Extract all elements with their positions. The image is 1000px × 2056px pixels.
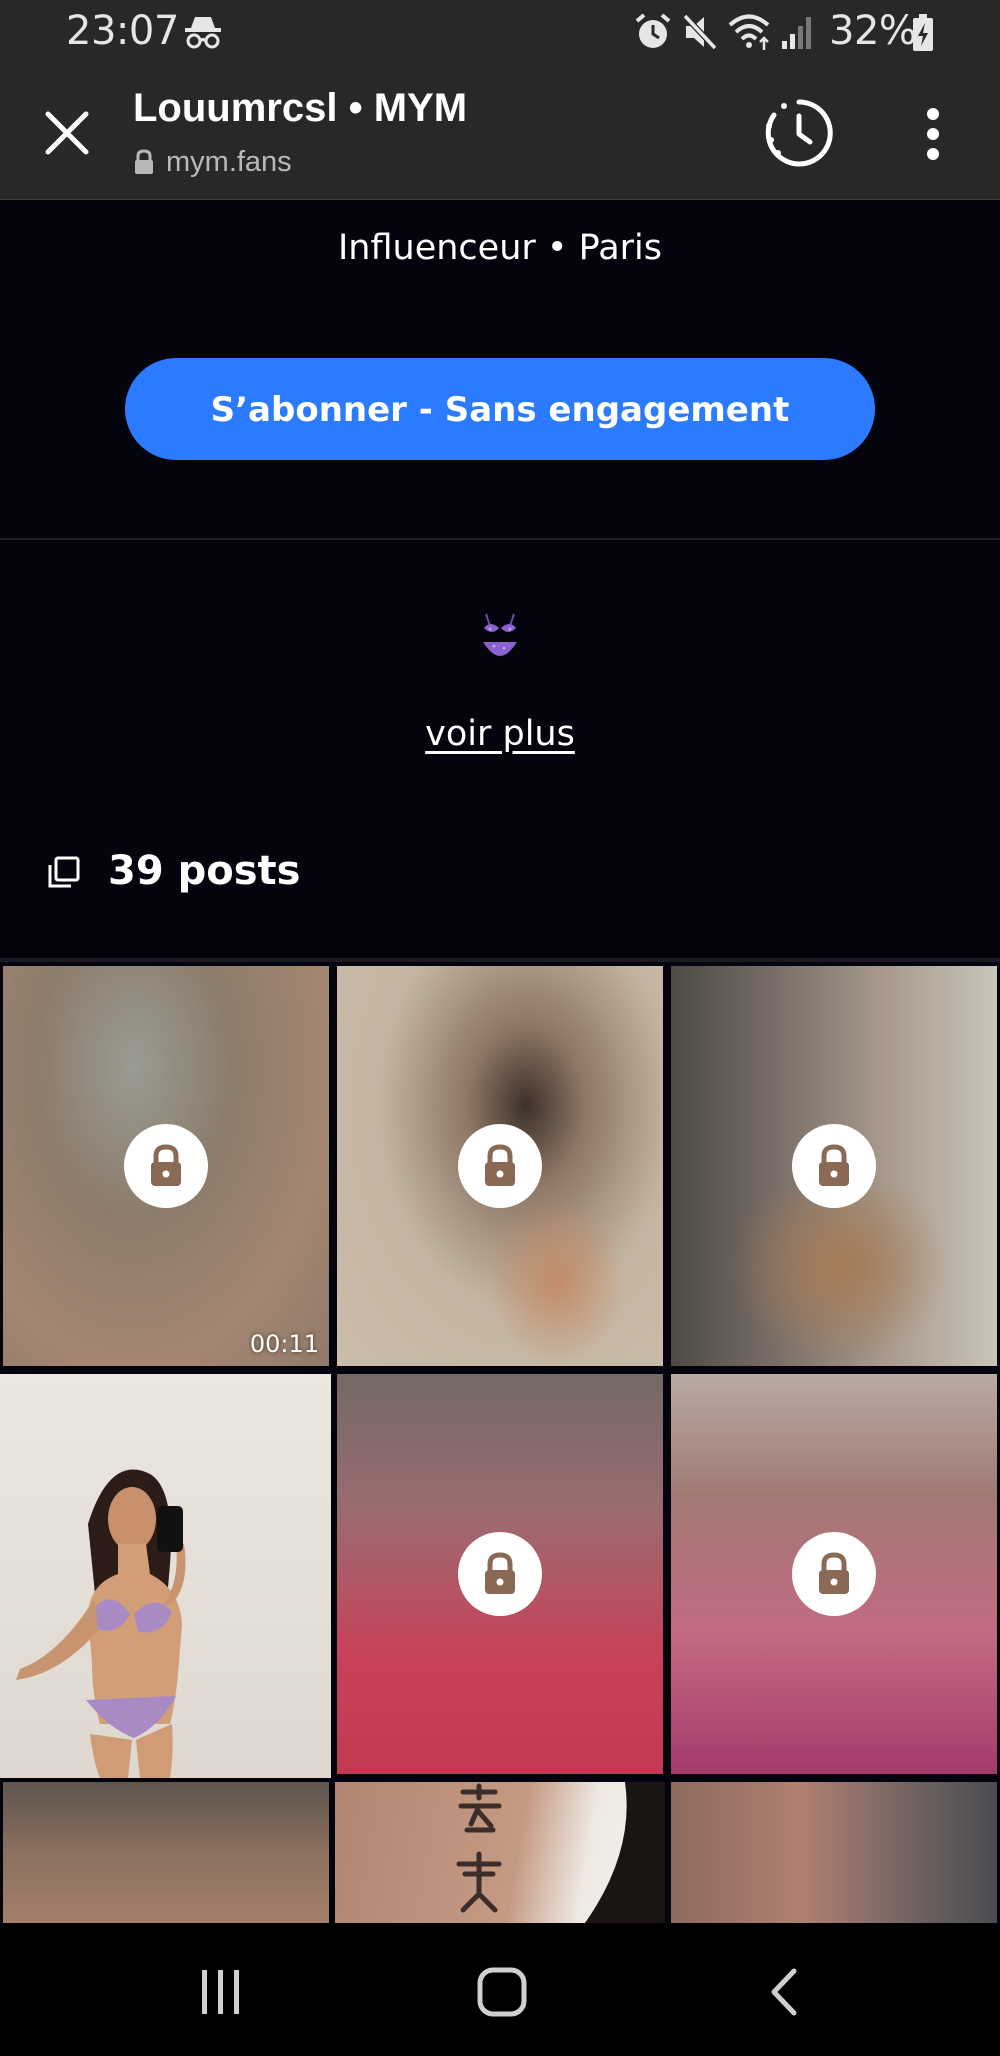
page-title: Louumrcsl • MYM — [133, 86, 468, 130]
profile-page: Influenceur • Paris S’abonner - Sans eng… — [0, 200, 1000, 1923]
post-tile[interactable] — [671, 1374, 997, 1774]
video-duration: 00:11 — [249, 1330, 319, 1358]
lock-icon — [819, 1144, 849, 1186]
history-icon[interactable] — [762, 96, 836, 170]
grid-divider — [0, 958, 1000, 962]
lock-icon — [485, 1144, 515, 1186]
lock-icon — [485, 1552, 515, 1594]
recents-icon[interactable] — [196, 1967, 246, 2017]
lock-badge — [458, 1124, 542, 1208]
close-icon[interactable] — [40, 106, 94, 160]
post-tile[interactable] — [337, 1374, 663, 1774]
posts-count: 39 posts — [108, 848, 301, 894]
back-icon[interactable] — [764, 1967, 804, 2017]
tattoo-illustration — [456, 1782, 665, 1923]
lock-badge — [792, 1532, 876, 1616]
profile-bio: Influenceur • Paris — [337, 228, 663, 268]
wifi-icon — [728, 14, 770, 50]
lock-icon — [135, 149, 153, 174]
lock-badge — [792, 1124, 876, 1208]
status-bar: 23:07 32% — [0, 0, 1000, 66]
status-time: 23:07 — [66, 8, 179, 54]
lock-badge — [124, 1124, 208, 1208]
page-url[interactable]: mym.fans — [166, 146, 292, 179]
post-tile[interactable]: 00:11 — [3, 966, 329, 1366]
more-vertical-icon[interactable] — [912, 106, 954, 162]
post-photo[interactable] — [0, 1374, 331, 1778]
signal-icon — [782, 17, 811, 49]
home-icon[interactable] — [477, 1967, 527, 2017]
browser-toolbar: Louumrcsl • MYM mym.fans — [0, 66, 1000, 201]
post-photo[interactable] — [335, 1782, 665, 1923]
system-nav-bar — [0, 1923, 1000, 2056]
blur-shape — [487, 1196, 627, 1366]
post-tile[interactable] — [337, 966, 663, 1366]
lock-icon — [819, 1552, 849, 1594]
see-more-link[interactable]: voir plus — [0, 714, 1000, 754]
post-tile[interactable] — [3, 1782, 329, 1923]
subscribe-button[interactable]: S’abonner - Sans engagement — [125, 358, 875, 460]
alarm-icon — [635, 13, 671, 48]
lock-badge — [458, 1532, 542, 1616]
divider — [0, 538, 1000, 540]
post-tile[interactable] — [671, 1782, 997, 1923]
bikini-emoji — [483, 613, 517, 656]
lock-icon — [151, 1144, 181, 1186]
mute-icon — [682, 13, 718, 51]
battery-percentage: 32% — [829, 8, 917, 54]
copy-icon — [48, 856, 80, 888]
post-tile[interactable] — [671, 966, 997, 1366]
photo-illustration — [16, 1469, 186, 1778]
incognito-icon — [185, 17, 221, 49]
battery-charging-icon — [913, 14, 933, 51]
